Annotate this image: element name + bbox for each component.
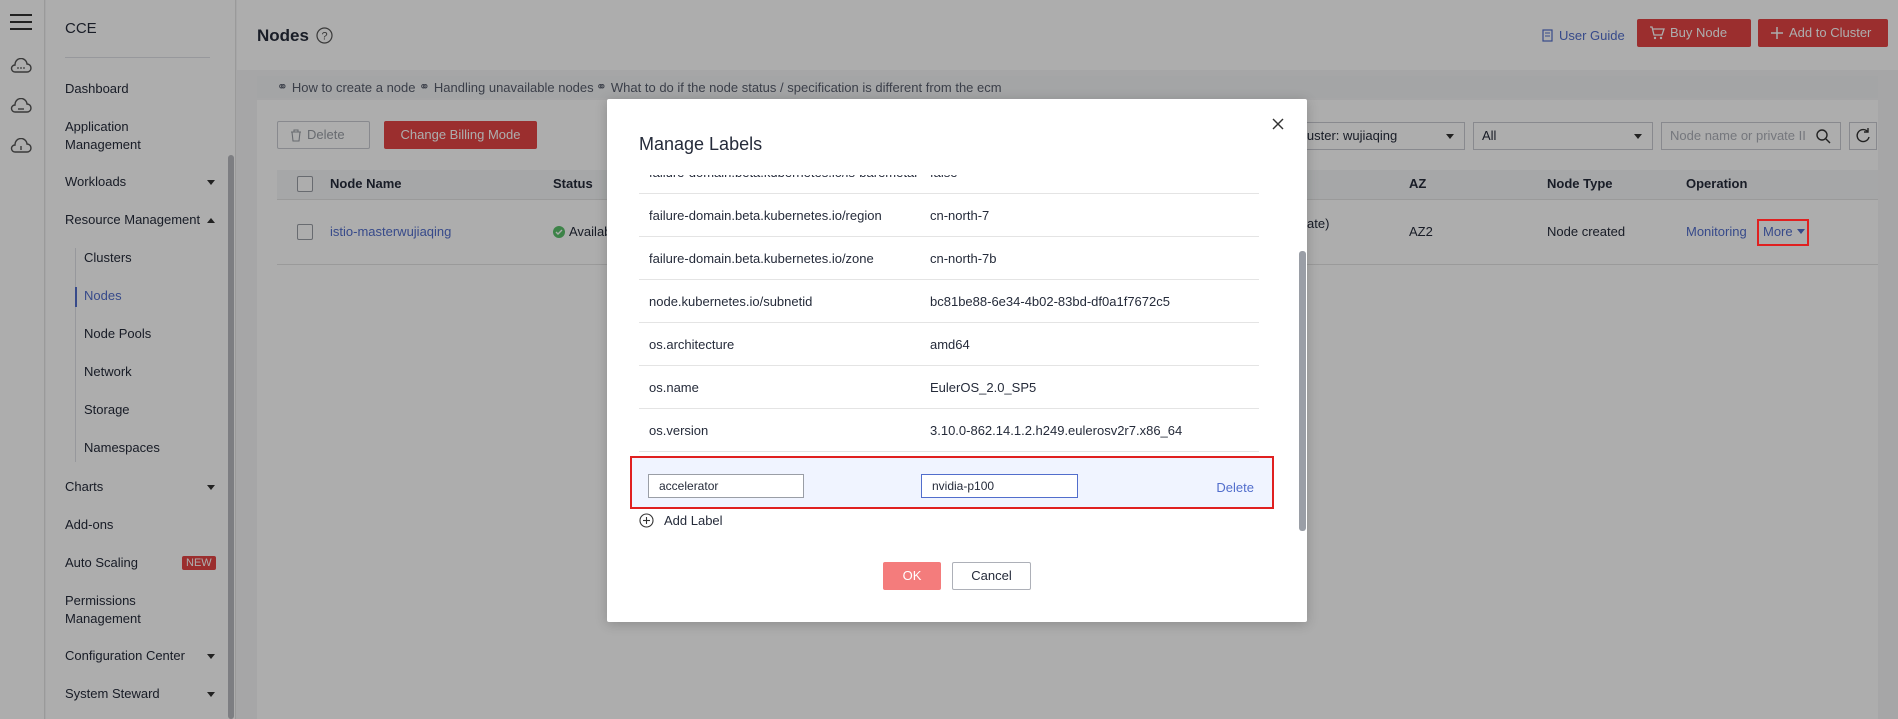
label-value: false <box>930 175 957 180</box>
label-key-input[interactable] <box>648 474 804 498</box>
manage-labels-dialog: Manage Labels failure-domain.beta.kubern… <box>607 99 1307 622</box>
label-key: os.architecture <box>649 337 735 352</box>
dialog-scrollbar[interactable] <box>1299 251 1306 531</box>
label-row: failure-domain.beta.kubernetes.io/is-bar… <box>639 175 1259 194</box>
dialog-title: Manage Labels <box>639 134 763 154</box>
label-key: os.version <box>649 423 709 438</box>
label-row: failure-domain.beta.kubernetes.io/region… <box>639 194 1259 237</box>
label-value: cn-north-7b <box>930 251 997 266</box>
add-label-text: Add Label <box>664 513 723 528</box>
ok-button[interactable]: OK <box>883 562 941 590</box>
label-value-input[interactable] <box>921 474 1078 498</box>
label-row: os.name EulerOS_2.0_SP5 <box>639 366 1259 409</box>
label-row: os.version 3.10.0-862.14.1.2.h249.euleros… <box>639 409 1259 452</box>
close-icon[interactable] <box>1271 117 1285 131</box>
label-value: amd64 <box>930 337 970 352</box>
label-row: os.architecture amd64 <box>639 323 1259 366</box>
add-label-button[interactable]: Add Label <box>639 513 723 528</box>
label-value: cn-north-7 <box>930 208 990 223</box>
label-key: node.kubernetes.io/subnetid <box>649 294 813 309</box>
plus-circle-icon <box>639 513 654 528</box>
labels-list[interactable]: failure-domain.beta.kubernetes.io/is-bar… <box>639 175 1259 483</box>
label-row: node.kubernetes.io/subnetid bc81be88-6e34… <box>639 280 1259 323</box>
label-key: failure-domain.beta.kubernetes.io/zone <box>649 251 874 266</box>
label-value: bc81be88-6e34-4b02-83bd-df0a1f7672c5 <box>930 294 1170 309</box>
highlight-box <box>1757 219 1809 246</box>
label-value: 3.10.0-862.14.1.2.h249.eulerosv2r7.x86_6… <box>930 423 1183 438</box>
label-key: failure-domain.beta.kubernetes.io/region <box>649 208 882 223</box>
label-row: failure-domain.beta.kubernetes.io/zone cn… <box>639 237 1259 280</box>
label-key: os.name <box>649 380 699 395</box>
label-key: failure-domain.beta.kubernetes.io/is-bar… <box>649 175 917 180</box>
new-label-row: Delete <box>630 456 1274 509</box>
label-value: EulerOS_2.0_SP5 <box>930 380 1037 395</box>
delete-label-link[interactable]: Delete <box>1216 480 1254 495</box>
cancel-button[interactable]: Cancel <box>952 562 1031 590</box>
